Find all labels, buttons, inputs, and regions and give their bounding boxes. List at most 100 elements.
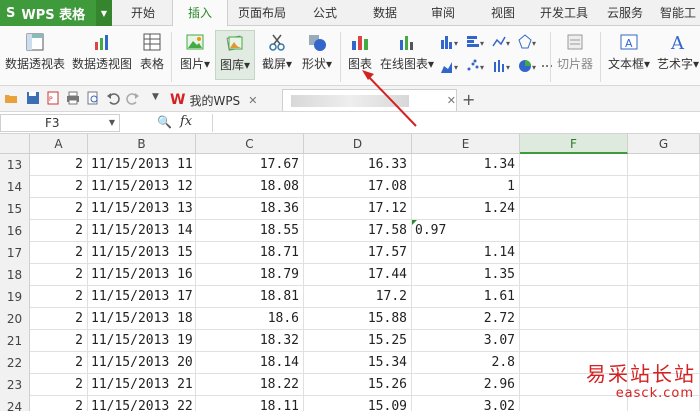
cell[interactable]: 2.96 — [412, 374, 520, 396]
cell[interactable]: 2 — [30, 330, 88, 352]
save-icon[interactable] — [26, 91, 40, 105]
cell[interactable]: 1.24 — [412, 198, 520, 220]
cell[interactable]: 1.34 — [412, 154, 520, 176]
slicer-button[interactable]: 切片器 — [555, 30, 595, 72]
undo-icon[interactable] — [106, 91, 120, 105]
print-preview-icon[interactable] — [86, 91, 100, 105]
cell[interactable]: 18.36 — [196, 198, 304, 220]
cell[interactable] — [520, 220, 628, 242]
column-header-e[interactable]: E — [412, 134, 520, 154]
cell[interactable] — [628, 220, 700, 242]
cell[interactable]: 3.07 — [412, 330, 520, 352]
cell[interactable]: 18.32 — [196, 330, 304, 352]
cell[interactable] — [628, 286, 700, 308]
cell[interactable]: 11/15/2013 17:0 — [88, 286, 196, 308]
cell[interactable]: 2.72 — [412, 308, 520, 330]
gallery-button[interactable]: 图库▾ — [215, 30, 255, 80]
stock-chart-icon[interactable]: ▾ — [492, 58, 514, 74]
cell[interactable]: 18.71 — [196, 242, 304, 264]
cell[interactable] — [628, 308, 700, 330]
pivot-chart-button[interactable]: 数据透视图 — [70, 30, 134, 72]
shape-button[interactable]: 形状▾ — [297, 30, 337, 72]
pivot-table-button[interactable]: 数据透视表 — [4, 30, 66, 72]
cell[interactable]: 18.79 — [196, 264, 304, 286]
cell[interactable] — [520, 308, 628, 330]
column-header-a[interactable]: A — [30, 134, 88, 154]
column-header-d[interactable]: D — [304, 134, 412, 154]
tab-home[interactable]: 开始 — [118, 0, 168, 26]
tab-smart[interactable]: 智能工 — [656, 0, 700, 26]
cell[interactable]: 2 — [30, 176, 88, 198]
cell[interactable]: 15.88 — [304, 308, 412, 330]
cell[interactable]: 2 — [30, 286, 88, 308]
bar-chart-horizontal-icon[interactable]: ▾ — [466, 34, 488, 50]
insert-function-icon[interactable]: fx — [180, 114, 192, 129]
cell[interactable]: 18.22 — [196, 374, 304, 396]
row-header[interactable]: 19 — [0, 286, 30, 308]
formula-input[interactable] — [212, 114, 700, 132]
cell[interactable]: 11/15/2013 13:0 — [88, 198, 196, 220]
cell[interactable]: 1.14 — [412, 242, 520, 264]
cell[interactable] — [520, 198, 628, 220]
cell[interactable]: 18.08 — [196, 176, 304, 198]
cell[interactable]: 3.02 — [412, 396, 520, 411]
chevron-down-icon[interactable]: ▾ — [326, 57, 332, 71]
row-header[interactable]: 16 — [0, 220, 30, 242]
row-header[interactable]: 21 — [0, 330, 30, 352]
tab-developer[interactable]: 开发工具 — [534, 0, 594, 26]
cell[interactable]: 15.09 — [304, 396, 412, 411]
cell[interactable]: 17.08 — [304, 176, 412, 198]
tab-insert[interactable]: 插入 — [172, 0, 228, 27]
picture-button[interactable]: 图片▾ — [176, 30, 214, 72]
cell[interactable]: 11/15/2013 12:0 — [88, 176, 196, 198]
cell[interactable] — [628, 242, 700, 264]
row-header[interactable]: 24 — [0, 396, 30, 411]
textbox-button[interactable]: A 文本框▾ — [606, 30, 652, 72]
cell[interactable]: 15.26 — [304, 374, 412, 396]
cell[interactable]: 17.44 — [304, 264, 412, 286]
row-header[interactable]: 22 — [0, 352, 30, 374]
pie-chart-icon[interactable]: ▾ — [518, 58, 540, 74]
cell-text-number[interactable]: 0.97 — [412, 220, 520, 242]
row-header[interactable]: 15 — [0, 198, 30, 220]
customize-toolbar-icon[interactable]: ▼ — [152, 92, 159, 102]
chevron-down-icon[interactable]: ▼ — [96, 0, 112, 26]
chevron-down-icon[interactable]: ▼ — [109, 115, 115, 131]
cell[interactable] — [520, 176, 628, 198]
column-header-g[interactable]: G — [628, 134, 700, 154]
open-folder-icon[interactable] — [4, 91, 18, 105]
zoom-magnifier-icon[interactable]: 🔍 — [157, 115, 172, 129]
cell[interactable]: 2 — [30, 374, 88, 396]
cell[interactable]: 15.34 — [304, 352, 412, 374]
column-header-b[interactable]: B — [88, 134, 196, 154]
doc-tab-active[interactable]: ✕ — [282, 89, 457, 111]
table-button[interactable]: 表格 — [137, 30, 167, 72]
print-icon[interactable] — [66, 91, 80, 105]
row-header[interactable]: 13 — [0, 154, 30, 176]
cell[interactable] — [628, 176, 700, 198]
cell[interactable]: 16.33 — [304, 154, 412, 176]
chevron-down-icon[interactable]: ▾ — [204, 57, 210, 71]
cell[interactable]: 11/15/2013 20:0 — [88, 352, 196, 374]
column-chart-icon[interactable]: ▾ — [440, 34, 462, 50]
doc-tab-my-wps[interactable]: W 我的WPS ✕ — [170, 89, 275, 111]
cell[interactable]: 17.12 — [304, 198, 412, 220]
wordart-button[interactable]: A 艺术字▾ — [656, 30, 700, 72]
column-header-f[interactable]: F — [520, 134, 628, 154]
cell[interactable]: 15.25 — [304, 330, 412, 352]
tab-review[interactable]: 审阅 — [418, 0, 468, 26]
tab-page-layout[interactable]: 页面布局 — [232, 0, 292, 26]
cell[interactable]: 2 — [30, 308, 88, 330]
screenshot-button[interactable]: 截屏▾ — [257, 30, 297, 72]
cell[interactable] — [628, 198, 700, 220]
cell[interactable]: 11/15/2013 22:0 — [88, 396, 196, 411]
cell[interactable]: 2.8 — [412, 352, 520, 374]
chart-button[interactable]: 图表 — [345, 30, 375, 72]
cell[interactable]: 1.61 — [412, 286, 520, 308]
cell[interactable]: 18.55 — [196, 220, 304, 242]
app-menu-button[interactable]: S WPS 表格 ▼ — [0, 0, 112, 26]
row-header[interactable]: 14 — [0, 176, 30, 198]
cell[interactable]: 11/15/2013 14:0 — [88, 220, 196, 242]
cell[interactable]: 11/15/2013 11:0 — [88, 154, 196, 176]
redo-icon[interactable] — [126, 91, 140, 105]
